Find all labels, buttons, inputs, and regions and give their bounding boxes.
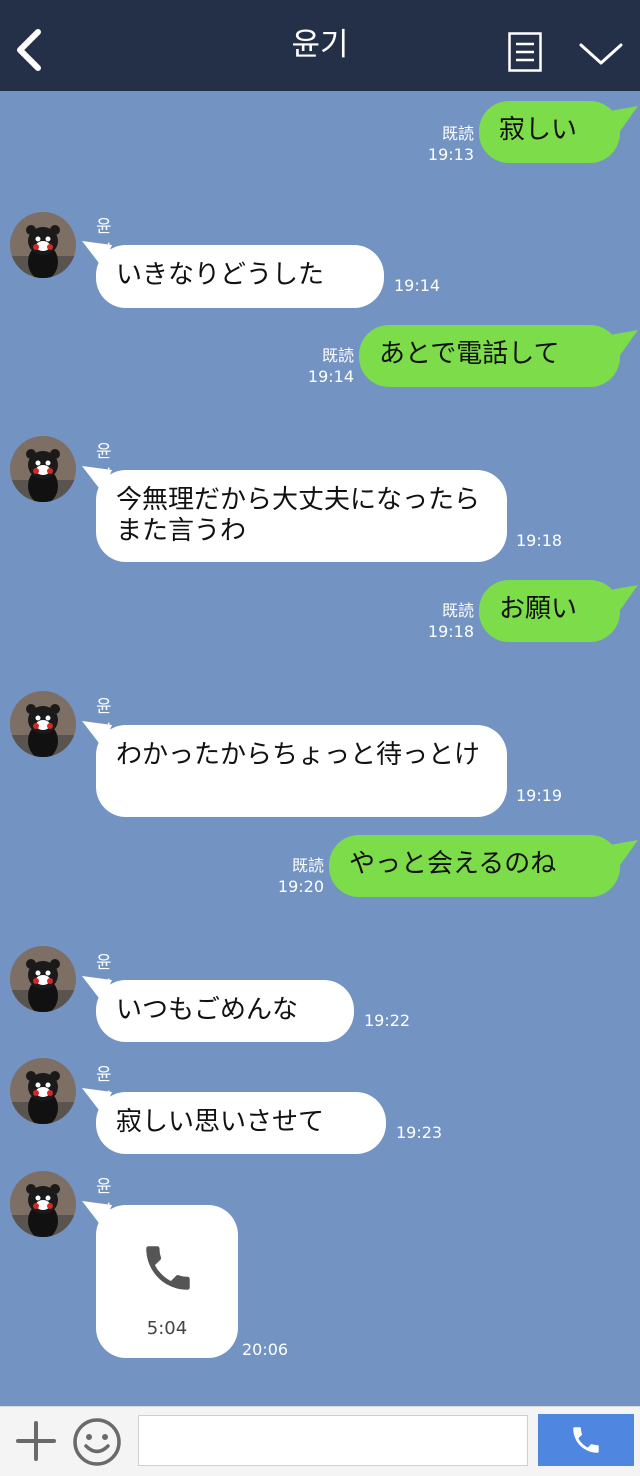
bubble-tail [604,840,638,868]
kumamon-avatar-image [10,946,76,1012]
message-time: 19:23 [396,1123,443,1142]
avatar[interactable] [10,691,76,757]
message-text: あとで電話して [379,339,560,369]
message-time: 20:06 [242,1340,289,1359]
call-button[interactable] [538,1414,634,1466]
kumamon-avatar-image [10,691,76,757]
kumamon-avatar-image [10,436,76,502]
message-time: 19:14 [394,276,441,295]
plus-icon[interactable] [14,1419,58,1463]
read-receipt: 既読 [291,856,324,875]
message-time: 19:14 [307,367,354,386]
message-bubble[interactable]: 寂しい [479,101,620,163]
message-text: 寂しい [499,115,578,145]
message-bubble[interactable]: お願い [479,580,620,642]
phone-icon [573,1427,599,1453]
bubble-tail [604,330,638,358]
avatar[interactable] [10,946,76,1012]
avatar[interactable] [10,436,76,502]
message-text: お願い [499,594,578,624]
avatar[interactable] [10,1058,76,1124]
message-time: 19:18 [516,531,563,550]
phone-icon [146,1246,190,1290]
message-text: 寂しい思いさせて [116,1107,325,1137]
chevron-down-icon[interactable] [578,36,624,72]
message-input[interactable] [138,1415,528,1466]
read-receipt: 既読 [441,124,474,143]
read-receipt: 既読 [441,601,474,620]
message-text: やっと会えるのね [349,849,557,879]
emoji-icon[interactable] [72,1417,122,1467]
bubble-tail [604,106,638,134]
avatar[interactable] [10,212,76,278]
message-text: いきなりどうした [116,260,325,290]
kumamon-avatar-image [10,1171,76,1237]
message-bubble[interactable]: 寂しい思いさせて [96,1092,386,1154]
call-bubble[interactable]: 5:04 [96,1205,238,1358]
message-time: 19:22 [364,1011,411,1030]
message-text: いつもごめんな [116,995,299,1025]
chat-header: 윤기 [0,0,640,91]
message-bubble[interactable]: いきなりどうした [96,245,384,308]
call-duration: 5:04 [146,1318,188,1339]
read-receipt: 既読 [321,346,354,365]
menu-icon[interactable] [508,32,542,72]
kumamon-avatar-image [10,1058,76,1124]
bubble-tail [604,585,638,613]
message-bubble[interactable]: やっと会えるのね [329,835,620,897]
message-text: 今無理だから大丈夫になったらまた言うわ [116,485,481,546]
message-time: 19:19 [516,786,563,805]
message-input-bar [0,1406,640,1476]
avatar[interactable] [10,1171,76,1237]
message-bubble[interactable]: いつもごめんな [96,980,354,1042]
message-time: 19:18 [427,622,474,641]
message-bubble[interactable]: 今無理だから大丈夫になったらまた言うわ [96,470,507,562]
kumamon-avatar-image [10,212,76,278]
message-bubble[interactable]: わかったからちょっと待っとけ [96,725,507,817]
message-text: わかったからちょっと待っとけ [116,740,481,770]
chat-title: 윤기 [291,27,349,63]
message-time: 19:20 [277,877,324,896]
message-time: 19:13 [427,145,474,164]
message-bubble[interactable]: あとで電話して [359,325,620,387]
chat-area[interactable]: 既読 19:13 寂しい 윤기 いきなりどうした 19:14 [0,91,640,1406]
